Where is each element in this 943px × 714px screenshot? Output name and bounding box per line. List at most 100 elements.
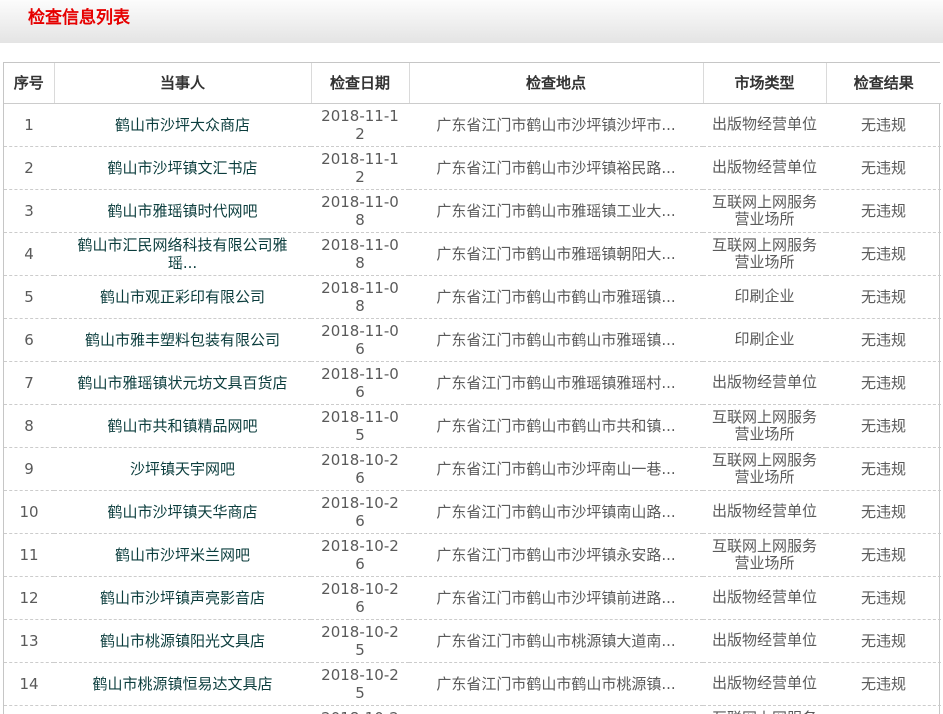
inspection-location-cell: 广东省江门市鹤山市沙坪南山一巷... (409, 447, 703, 490)
inspection-location-cell: 广东省江门市鹤山市雅瑶镇工业大... (409, 189, 703, 232)
inspection-table: 序号 当事人 检查日期 检查地点 市场类型 检查结果 1 鹤山市沙坪大众商店 2… (4, 63, 941, 714)
header-market-type: 市场类型 (703, 63, 826, 103)
party-cell: 鹤山市沙坪米兰网吧 (54, 533, 311, 576)
inspection-result-cell: 无违规 (826, 318, 941, 361)
inspection-result-cell: 无违规 (826, 189, 941, 232)
inspection-date-cell: 2018-10-25 (311, 705, 409, 714)
inspection-location-cell: 广东省江门市鹤山市桃源镇大道南... (409, 619, 703, 662)
inspection-location-cell: 广东省江门市鹤山市雅瑶镇朝阳大... (409, 232, 703, 275)
table-row: 5 鹤山市观正彩印有限公司 2018-11-08 广东省江门市鹤山市鹤山市雅瑶镇… (4, 275, 941, 318)
table-row: 11 鹤山市沙坪米兰网吧 2018-10-26 广东省江门市鹤山市沙坪镇永安路.… (4, 533, 941, 576)
inspection-location-cell: 广东省江门市鹤山市鹤山市雅瑶镇... (409, 318, 703, 361)
table-row: 2 鹤山市沙坪镇文汇书店 2018-11-12 广东省江门市鹤山市沙坪镇裕民路.… (4, 146, 941, 189)
row-index-cell: 7 (4, 361, 54, 404)
inspection-result-cell: 无违规 (826, 232, 941, 275)
party-link[interactable]: 鹤山市桃源镇恒易达文具店 (92, 675, 272, 693)
table-body: 1 鹤山市沙坪大众商店 2018-11-12 广东省江门市鹤山市沙坪镇沙坪市..… (4, 103, 941, 714)
row-index-cell: 9 (4, 447, 54, 490)
table-row: 8 鹤山市共和镇精品网吧 2018-11-05 广东省江门市鹤山市鹤山市共和镇.… (4, 404, 941, 447)
table-header: 序号 当事人 检查日期 检查地点 市场类型 检查结果 (4, 63, 941, 103)
party-cell: 鹤山市雅瑶镇状元坊文具百货店 (54, 361, 311, 404)
row-index-cell: 4 (4, 232, 54, 275)
row-index-cell: 11 (4, 533, 54, 576)
table-row: 14 鹤山市桃源镇恒易达文具店 2018-10-25 广东省江门市鹤山市鹤山市桃… (4, 662, 941, 705)
party-link[interactable]: 鹤山市汇民网络科技有限公司雅瑶... (77, 236, 287, 272)
inspection-date-cell: 2018-10-25 (311, 619, 409, 662)
header-date: 检查日期 (311, 63, 409, 103)
table-row: 4 鹤山市汇民网络科技有限公司雅瑶... 2018-11-08 广东省江门市鹤山… (4, 232, 941, 275)
party-link[interactable]: 鹤山市桃源镇阳光文具店 (100, 632, 265, 650)
inspection-date-cell: 2018-10-26 (311, 533, 409, 576)
table-row: 7 鹤山市雅瑶镇状元坊文具百货店 2018-11-06 广东省江门市鹤山市雅瑶镇… (4, 361, 941, 404)
market-type-cell: 印刷企业 (703, 275, 826, 318)
inspection-location-cell: 广东省江门市鹤山市桃源镇桃源大... (409, 705, 703, 714)
market-type-cell: 互联网上网服务营业场所 (703, 232, 826, 275)
party-cell: 鹤山市沙坪镇文汇书店 (54, 146, 311, 189)
inspection-result-cell: 无违规 (826, 103, 941, 146)
inspection-result-cell: 无违规 (826, 146, 941, 189)
party-link[interactable]: 鹤山市沙坪镇声亮影音店 (100, 589, 265, 607)
row-index-cell: 13 (4, 619, 54, 662)
party-cell: 鹤山市尚悦网吧 (54, 705, 311, 714)
party-cell: 沙坪镇天宇网吧 (54, 447, 311, 490)
inspection-date-cell: 2018-11-08 (311, 232, 409, 275)
party-link[interactable]: 鹤山市沙坪镇天华商店 (107, 503, 257, 521)
row-index-cell: 6 (4, 318, 54, 361)
inspection-result-cell: 无违规 (826, 361, 941, 404)
party-link[interactable]: 鹤山市雅瑶镇时代网吧 (107, 202, 257, 220)
market-type-cell: 互联网上网服务营业场所 (703, 189, 826, 232)
table-row: 3 鹤山市雅瑶镇时代网吧 2018-11-08 广东省江门市鹤山市雅瑶镇工业大.… (4, 189, 941, 232)
market-type-cell: 互联网上网服务营业场所 (703, 447, 826, 490)
inspection-date-cell: 2018-11-05 (311, 404, 409, 447)
inspection-location-cell: 广东省江门市鹤山市沙坪镇南山路... (409, 490, 703, 533)
party-link[interactable]: 鹤山市雅瑶镇状元坊文具百货店 (77, 374, 287, 392)
market-type-cell: 出版物经营单位 (703, 490, 826, 533)
inspection-result-cell: 无违规 (826, 275, 941, 318)
market-type-cell: 互联网上网服务营业场所 (703, 705, 826, 714)
party-link[interactable]: 鹤山市雅丰塑料包装有限公司 (85, 331, 280, 349)
inspection-date-cell: 2018-10-25 (311, 662, 409, 705)
inspection-result-cell: 无违规 (826, 662, 941, 705)
inspection-date-cell: 2018-11-06 (311, 361, 409, 404)
inspection-result-cell: 无违规 (826, 705, 941, 714)
market-type-cell: 出版物经营单位 (703, 619, 826, 662)
header-index: 序号 (4, 63, 54, 103)
party-cell: 鹤山市共和镇精品网吧 (54, 404, 311, 447)
inspection-date-cell: 2018-10-26 (311, 490, 409, 533)
party-link[interactable]: 鹤山市观正彩印有限公司 (100, 288, 265, 306)
inspection-result-cell: 无违规 (826, 447, 941, 490)
party-link[interactable]: 鹤山市共和镇精品网吧 (107, 417, 257, 435)
row-index-cell: 8 (4, 404, 54, 447)
market-type-cell: 出版物经营单位 (703, 662, 826, 705)
table-row: 13 鹤山市桃源镇阳光文具店 2018-10-25 广东省江门市鹤山市桃源镇大道… (4, 619, 941, 662)
inspection-result-cell: 无违规 (826, 533, 941, 576)
party-cell: 鹤山市汇民网络科技有限公司雅瑶... (54, 232, 311, 275)
inspection-result-cell: 无违规 (826, 490, 941, 533)
table-row: 12 鹤山市沙坪镇声亮影音店 2018-10-26 广东省江门市鹤山市沙坪镇前进… (4, 576, 941, 619)
party-cell: 鹤山市沙坪大众商店 (54, 103, 311, 146)
inspection-table-container: 序号 当事人 检查日期 检查地点 市场类型 检查结果 1 鹤山市沙坪大众商店 2… (3, 62, 940, 714)
row-index-cell: 15 (4, 705, 54, 714)
party-link[interactable]: 鹤山市沙坪大众商店 (115, 116, 250, 134)
row-index-cell: 14 (4, 662, 54, 705)
row-index-cell: 5 (4, 275, 54, 318)
party-cell: 鹤山市观正彩印有限公司 (54, 275, 311, 318)
inspection-location-cell: 广东省江门市鹤山市鹤山市雅瑶镇... (409, 275, 703, 318)
inspection-date-cell: 2018-10-26 (311, 576, 409, 619)
row-index-cell: 3 (4, 189, 54, 232)
party-link[interactable]: 沙坪镇天宇网吧 (130, 460, 235, 478)
inspection-result-cell: 无违规 (826, 404, 941, 447)
party-link[interactable]: 鹤山市沙坪米兰网吧 (115, 546, 250, 564)
inspection-date-cell: 2018-11-12 (311, 103, 409, 146)
table-row: 15 鹤山市尚悦网吧 2018-10-25 广东省江门市鹤山市桃源镇桃源大...… (4, 705, 941, 714)
party-cell: 鹤山市桃源镇阳光文具店 (54, 619, 311, 662)
party-cell: 鹤山市桃源镇恒易达文具店 (54, 662, 311, 705)
party-link[interactable]: 鹤山市沙坪镇文汇书店 (107, 159, 257, 177)
header-location: 检查地点 (409, 63, 703, 103)
row-index-cell: 10 (4, 490, 54, 533)
party-cell: 鹤山市沙坪镇声亮影音店 (54, 576, 311, 619)
inspection-location-cell: 广东省江门市鹤山市沙坪镇沙坪市... (409, 103, 703, 146)
inspection-date-cell: 2018-11-08 (311, 189, 409, 232)
page-header-band: 检查信息列表 (0, 0, 943, 43)
market-type-cell: 互联网上网服务营业场所 (703, 533, 826, 576)
